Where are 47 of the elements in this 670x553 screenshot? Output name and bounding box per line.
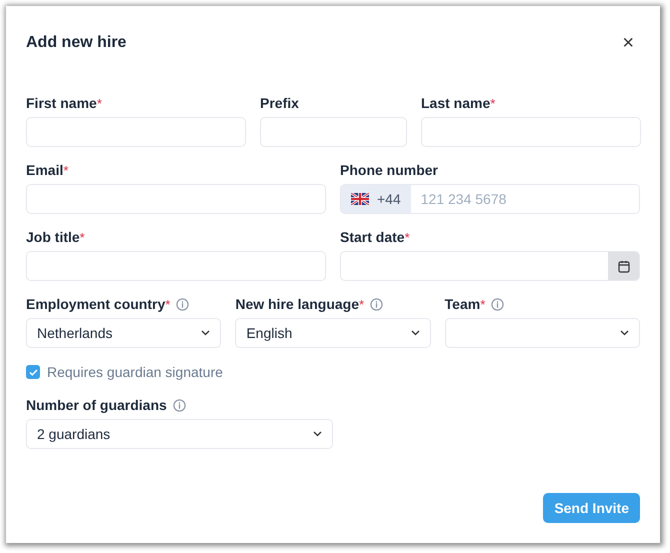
required-mark: *	[490, 96, 496, 110]
chevron-down-icon	[410, 330, 420, 336]
text-field[interactable]	[26, 184, 326, 214]
field-label: First name	[26, 95, 97, 111]
required-mark: *	[80, 230, 85, 244]
phone-field[interactable]: +44 121 234 5678	[340, 184, 640, 214]
field-label: Email	[26, 162, 64, 178]
checkbox-label: Requires guardian signature	[47, 364, 223, 380]
calendar-icon	[618, 260, 630, 272]
info-icon	[176, 298, 190, 310]
flag-icon	[351, 193, 369, 205]
field-label: Start date	[340, 229, 405, 245]
required-mark: *	[96, 96, 102, 110]
info-icon	[491, 298, 504, 310]
field-label: Prefix	[260, 95, 299, 111]
calendar-button[interactable]	[608, 252, 639, 280]
field-label: Last name	[421, 95, 490, 111]
chevron-down-icon	[620, 330, 629, 336]
required-mark: *	[63, 162, 68, 178]
required-mark: *	[480, 296, 486, 312]
select-field[interactable]: Netherlands	[26, 318, 222, 348]
info-icon	[370, 298, 384, 310]
text-field[interactable]	[260, 117, 407, 147]
close-button[interactable]: ×	[616, 33, 640, 53]
text-field[interactable]	[421, 117, 641, 147]
date-field[interactable]	[340, 251, 640, 281]
text-field[interactable]	[26, 117, 246, 147]
field-label: Employment country	[26, 296, 166, 312]
select-field[interactable]: 2 guardians	[26, 419, 333, 449]
info-icon	[172, 398, 186, 412]
country-code-selector[interactable]: +44	[341, 185, 411, 213]
required-mark: *	[359, 296, 364, 312]
select-field[interactable]	[444, 318, 640, 348]
checkmark-icon	[28, 368, 38, 376]
text-field[interactable]	[26, 251, 326, 281]
required-mark: *	[165, 296, 170, 312]
field-label: Job title	[26, 229, 80, 245]
field-label: New hire language	[235, 296, 360, 312]
select-field[interactable]: English	[235, 318, 431, 348]
chevron-down-icon	[313, 431, 322, 437]
field-label: Number of guardians	[26, 397, 167, 413]
dialog-title: Add new hire	[26, 34, 126, 52]
field-label: Team	[444, 296, 480, 312]
chevron-down-icon	[201, 330, 210, 336]
field-label: Phone number	[340, 162, 438, 178]
required-mark: *	[404, 230, 410, 244]
checkbox[interactable]	[26, 365, 40, 379]
